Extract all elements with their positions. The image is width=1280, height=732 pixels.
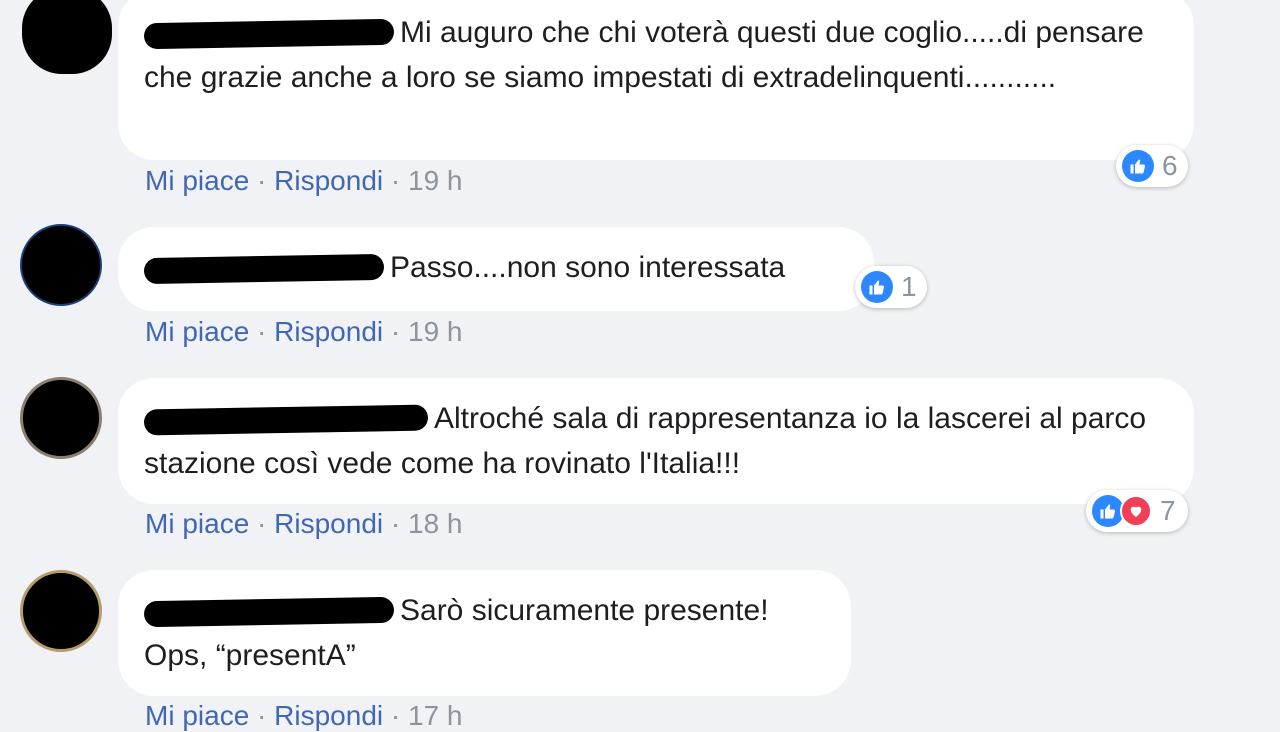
like-link[interactable]: Mi piace [145, 316, 249, 347]
comment-text: Passo....non sono interessata [390, 251, 786, 284]
reaction-summary[interactable]: 7 [1086, 490, 1188, 532]
reaction-count: 1 [901, 271, 917, 302]
timestamp[interactable]: 19 h [408, 165, 463, 196]
separator: · [390, 316, 401, 347]
separator: · [257, 165, 267, 196]
like-icon [861, 271, 893, 303]
separator: · [390, 165, 401, 196]
timestamp[interactable]: 18 h [408, 508, 463, 539]
comment-actions: Mi piace · Rispondi · 18 h [145, 508, 463, 540]
comment-actions: Mi piace · Rispondi · 17 h [145, 700, 463, 732]
redacted-author-name[interactable] [143, 404, 429, 436]
avatar[interactable] [20, 570, 102, 652]
like-icon [1122, 150, 1154, 182]
avatar[interactable] [20, 224, 102, 306]
like-link[interactable]: Mi piace [145, 700, 249, 731]
reaction-count: 6 [1162, 150, 1178, 181]
separator: · [257, 316, 267, 347]
reply-link[interactable]: Rispondi [274, 316, 383, 347]
timestamp[interactable]: 17 h [408, 700, 463, 731]
reply-link[interactable]: Rispondi [274, 700, 383, 731]
comment-actions: Mi piace · Rispondi · 19 h [145, 316, 463, 348]
love-icon [1120, 495, 1152, 527]
separator: · [390, 508, 401, 539]
redacted-author-name[interactable] [143, 596, 395, 628]
like-link[interactable]: Mi piace [145, 165, 249, 196]
redacted-author-name[interactable] [143, 18, 395, 50]
reply-link[interactable]: Rispondi [274, 165, 383, 196]
comment-actions: Mi piace · Rispondi · 19 h [145, 165, 463, 197]
comment-bubble: Sarò sicuramente presente! Ops, “present… [118, 570, 851, 696]
like-link[interactable]: Mi piace [145, 508, 249, 539]
separator: · [257, 700, 267, 731]
avatar[interactable] [22, 0, 112, 74]
separator: · [257, 508, 267, 539]
comment-bubble: Altroché sala di rappresentanza io la la… [118, 378, 1194, 504]
timestamp[interactable]: 19 h [408, 316, 463, 347]
separator: · [390, 700, 401, 731]
reaction-count: 7 [1160, 495, 1176, 526]
redacted-author-name[interactable] [143, 253, 385, 285]
comment-bubble: Passo....non sono interessata [118, 227, 874, 311]
reaction-summary[interactable]: 1 [855, 266, 927, 308]
comment-bubble: Mi auguro che chi voterà questi due cogl… [118, 0, 1194, 160]
reply-link[interactable]: Rispondi [274, 508, 383, 539]
avatar[interactable] [20, 377, 102, 459]
reaction-summary[interactable]: 6 [1116, 145, 1188, 187]
